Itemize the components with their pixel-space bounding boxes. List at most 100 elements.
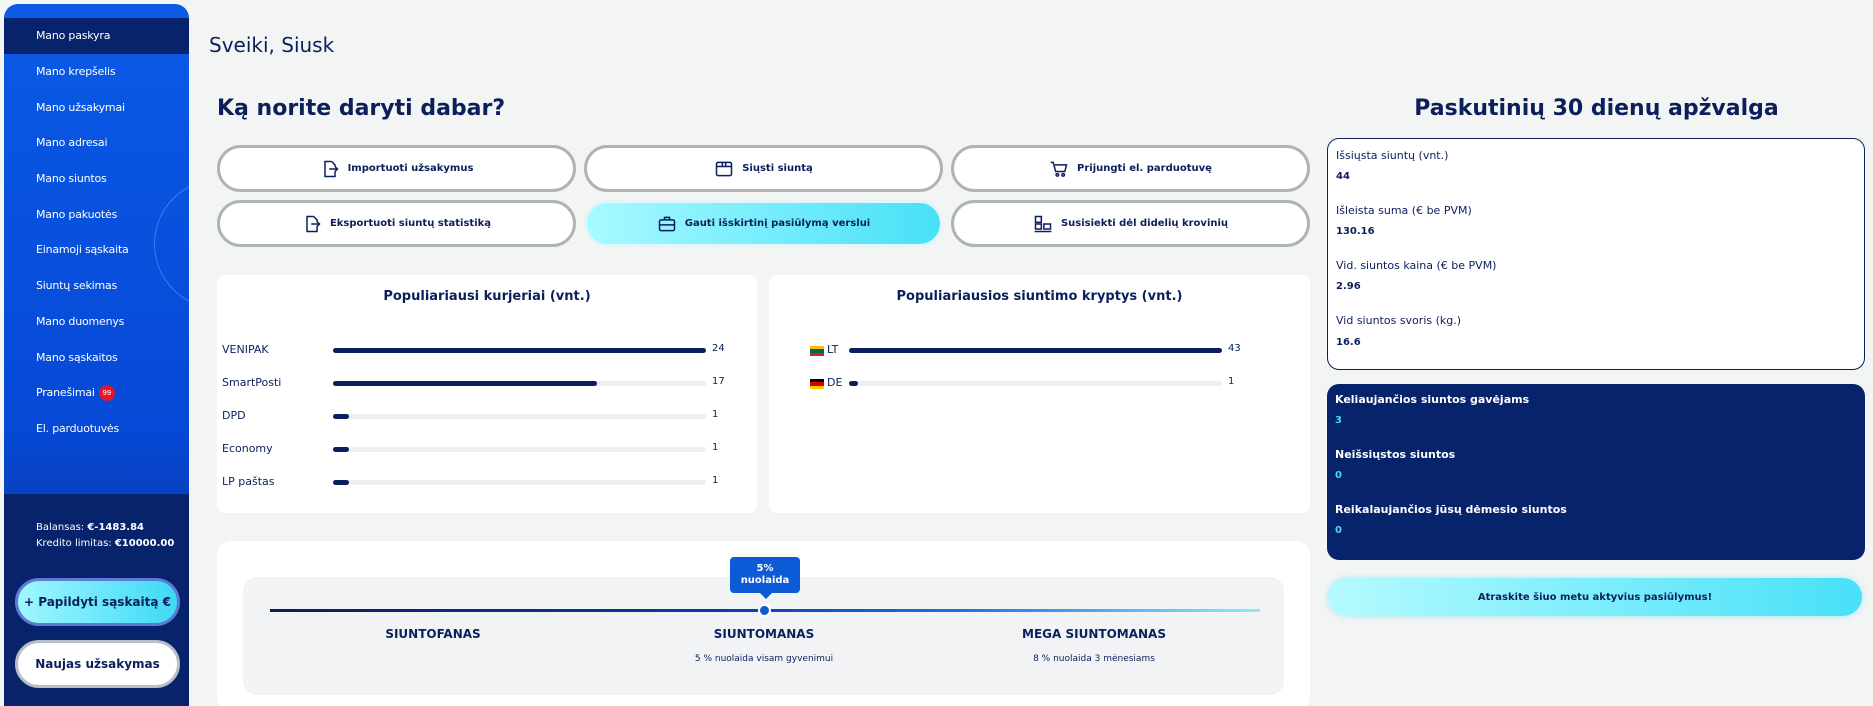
courier-bar	[333, 447, 349, 452]
sidebar-item-my-account[interactable]: Mano paskyra	[4, 18, 189, 54]
sidebar-item-label: Pranešimai	[36, 386, 95, 400]
tier-desc: 5 % nuolaida visam gyvenimui	[694, 654, 834, 664]
export-statistics-button[interactable]: Eksportuoti siuntų statistiką	[217, 200, 576, 247]
tier-name: SIUNTOFANAS	[385, 627, 481, 641]
greeting: Sveiki, Siusk	[209, 33, 335, 57]
stat-value: 16.6	[1336, 337, 1361, 348]
courier-bar	[333, 480, 349, 485]
sidebar-item-label: Mano pakuotės	[36, 207, 118, 221]
direction-code: LT	[827, 343, 839, 356]
status-value[interactable]: 3	[1335, 415, 1342, 426]
sidebar-item-label: Mano sąskaitos	[36, 350, 118, 364]
sidebar-item-label: Mano duomenys	[36, 314, 125, 328]
sidebar-item-my-data[interactable]: Mano duomenys	[4, 304, 189, 340]
direction-value: 43	[1228, 343, 1241, 354]
sidebar-item-label: El. parduotuvės	[36, 421, 120, 435]
import-orders-button[interactable]: Importuoti užsakymus	[217, 145, 576, 192]
tier-name: MEGA SIUNTOMANAS	[1022, 627, 1166, 641]
courier-value: 1	[712, 442, 719, 453]
direction-bar-track	[849, 348, 1222, 353]
courier-name: VENIPAK	[222, 343, 269, 356]
direction-row: DE 1	[769, 373, 1310, 393]
topup-account-button[interactable]: + Papildyti sąskaitą €	[15, 578, 180, 626]
tier-name: SIUNTOMANAS	[713, 627, 815, 641]
stat-label: Išleista suma (€ be PVM)	[1336, 204, 1472, 217]
action-label: Importuoti užsakymus	[347, 163, 474, 174]
stat-value: 130.16	[1336, 226, 1375, 237]
direction-bar	[849, 381, 858, 386]
courier-name: Economy	[222, 442, 273, 455]
sidebar-nav: Mano paskyra Mano krepšelis Mano užsakym…	[4, 18, 189, 446]
send-shipment-button[interactable]: Siųsti siuntą	[584, 145, 943, 192]
export-icon	[306, 215, 321, 232]
status-label: Reikalaujančios jūsų dėmesio siuntos	[1335, 503, 1567, 516]
courier-bar-track	[333, 414, 706, 419]
direction-code: DE	[827, 376, 843, 389]
active-offers-button[interactable]: Atraskite šiuo metu aktyvius pasiūlymus!	[1328, 578, 1862, 616]
sidebar-item-orders[interactable]: Mano užsakymai	[4, 89, 189, 125]
sidebar-item-e-shops[interactable]: El. parduotuvės	[4, 411, 189, 447]
large-cargo-button[interactable]: Susisiekti dėl didelių krovinių	[951, 200, 1310, 247]
sidebar-item-label: Mano krepšelis	[36, 65, 116, 79]
courier-bar-track	[333, 480, 706, 485]
stat-value: 2.96	[1336, 281, 1361, 292]
courier-value: 17	[712, 376, 725, 387]
courier-row: Economy 1	[217, 439, 757, 459]
connect-eshop-button[interactable]: Prijungti el. parduotuvę	[951, 145, 1310, 192]
status-value[interactable]: 0	[1335, 525, 1342, 536]
courier-name: SmartPosti	[222, 376, 282, 389]
sidebar-item-notifications[interactable]: Pranešimai 99	[4, 375, 189, 411]
lt-flag-icon	[810, 346, 824, 356]
briefcase-icon	[658, 216, 675, 231]
sidebar-item-cart[interactable]: Mano krepšelis	[4, 54, 189, 90]
sidebar: Mano paskyra Mano krepšelis Mano užsakym…	[4, 4, 189, 706]
pallet-icon	[1034, 215, 1052, 232]
sidebar-account-panel: Balansas: €-1483.84 Kredito limitas: €10…	[4, 494, 189, 706]
new-order-button[interactable]: Naujas užsakymas	[15, 640, 180, 688]
sidebar-item-label: Mano užsakymai	[36, 100, 125, 114]
stat-label: Išsiųsta siuntų (vnt.)	[1336, 149, 1449, 162]
courier-bar	[333, 414, 349, 419]
stat-value: 44	[1336, 171, 1350, 182]
stat-label: Vid siuntos svoris (kg.)	[1336, 314, 1462, 327]
action-label: Prijungti el. parduotuvę	[1077, 163, 1212, 174]
courier-name: DPD	[222, 409, 246, 422]
sidebar-item-packages[interactable]: Mano pakuotės	[4, 196, 189, 232]
sidebar-item-current-account[interactable]: Einamoji sąskaita	[4, 232, 189, 268]
status-label: Neišsiųstos siuntos	[1335, 448, 1456, 461]
courier-bar	[333, 381, 598, 386]
sidebar-item-addresses[interactable]: Mano adresai	[4, 125, 189, 161]
sidebar-item-label: Mano paskyra	[36, 29, 111, 43]
direction-bar	[849, 348, 1222, 353]
courier-bar-track	[333, 381, 706, 386]
courier-value: 1	[712, 475, 719, 486]
courier-name: LP paštas	[222, 475, 275, 488]
stat-label: Vid. siuntos kaina (€ be PVM)	[1336, 259, 1497, 272]
courier-row: VENIPAK 24	[217, 340, 757, 360]
sidebar-item-label: Mano siuntos	[36, 172, 107, 186]
loyalty-current-marker	[758, 604, 771, 617]
credit-limit-label: Kredito limitas:	[36, 538, 112, 549]
business-offer-button[interactable]: Gauti išskirtinį pasiūlymą verslui	[584, 200, 943, 247]
courier-bar-track	[333, 447, 706, 452]
sidebar-item-invoices[interactable]: Mano sąskaitos	[4, 339, 189, 375]
box-icon	[715, 161, 733, 176]
tier-desc: 8 % nuolaida 3 mėnesiams	[1033, 654, 1155, 664]
stats-box: Išsiųsta siuntų (vnt.) 44 Išleista suma …	[1327, 138, 1865, 370]
sidebar-item-label: Siuntų sekimas	[36, 279, 118, 293]
courier-value: 24	[712, 343, 725, 354]
directions-card: Populiariausios siuntimo kryptys (vnt.) …	[769, 275, 1310, 513]
import-icon	[323, 160, 339, 177]
direction-value: 1	[1228, 376, 1235, 387]
couriers-card: Populiariausi kurjeriai (vnt.) VENIPAK 24…	[217, 275, 757, 513]
action-label: Siųsti siuntą	[742, 163, 813, 174]
notification-badge: 99	[98, 384, 115, 401]
action-label: Susisiekti dėl didelių krovinių	[1060, 218, 1229, 229]
sidebar-item-tracking[interactable]: Siuntų sekimas	[4, 268, 189, 304]
tooltip-text: nuolaida	[740, 575, 790, 586]
sidebar-item-shipments[interactable]: Mano siuntos	[4, 161, 189, 197]
directions-title: Populiariausios siuntimo kryptys (vnt.)	[896, 289, 1183, 304]
loyalty-panel: 5% nuolaida SIUNTOFANAS SIUNTOMANAS 5 % n…	[217, 541, 1310, 706]
status-value[interactable]: 0	[1335, 470, 1342, 481]
de-flag-icon	[810, 379, 824, 389]
